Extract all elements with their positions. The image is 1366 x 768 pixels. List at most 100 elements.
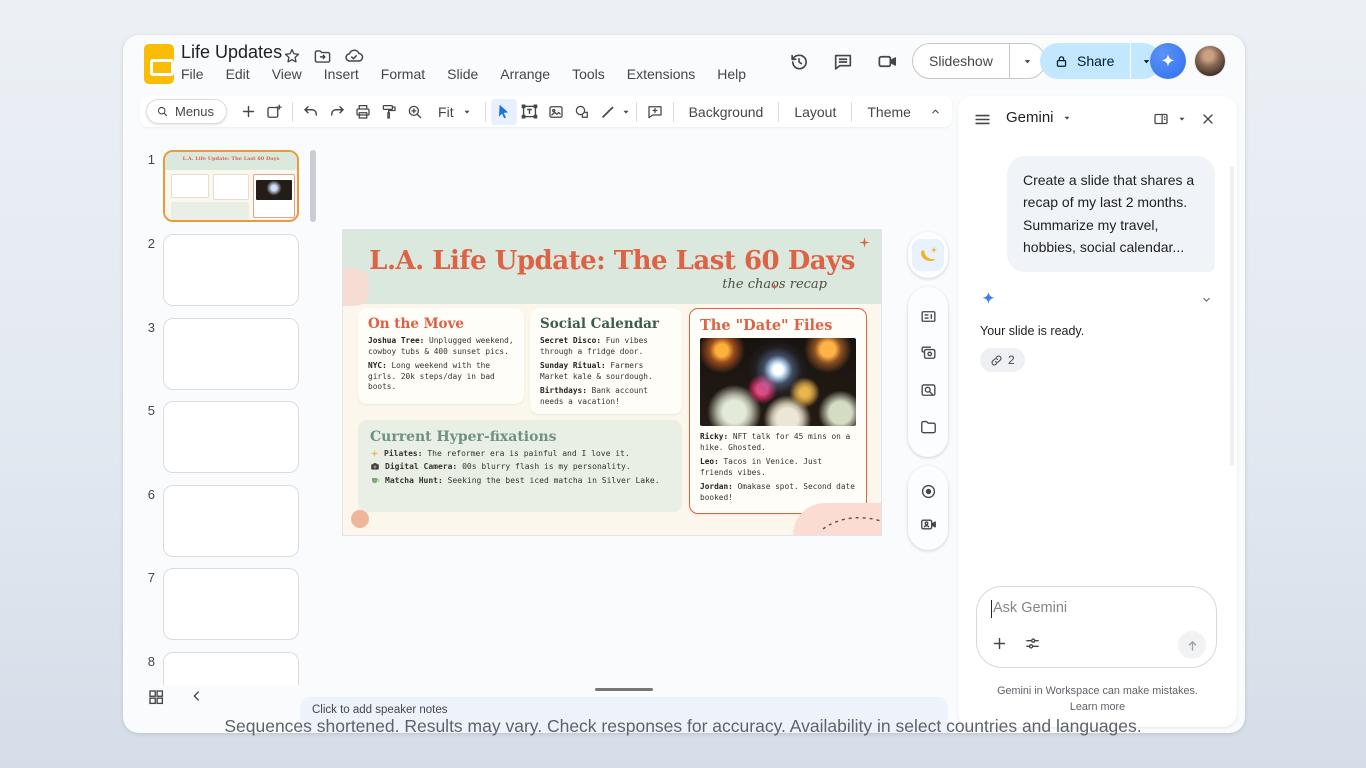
layout-button[interactable]: Layout <box>784 104 846 120</box>
nano-banana-image-button[interactable] <box>912 239 944 271</box>
tune-settings-icon[interactable] <box>1024 635 1041 652</box>
text-layout-icon[interactable] <box>912 300 944 332</box>
link-icon <box>990 354 1003 367</box>
line-tool-dropdown[interactable] <box>621 107 631 117</box>
move-folder-icon[interactable] <box>313 47 332 66</box>
sparkle-icon <box>370 449 379 458</box>
panel-title-dropdown[interactable] <box>1062 113 1072 123</box>
zoom-fit-dropdown[interactable]: Fit <box>428 104 480 120</box>
photo-stack-icon[interactable] <box>912 337 944 369</box>
cloud-status-icon[interactable] <box>344 46 364 66</box>
hamburger-menu-icon[interactable] <box>973 110 992 129</box>
collapse-toolbar-chevron[interactable] <box>923 99 949 125</box>
slide-thumbnail-1[interactable]: L.A. Life Update: The Last 60 Days <box>163 150 299 222</box>
slide-thumbnail-2[interactable] <box>163 234 299 306</box>
slide-thumbnail-8[interactable] <box>163 652 299 685</box>
text-caret <box>991 600 992 618</box>
insert-line-tool[interactable] <box>595 99 621 125</box>
decorative-blob <box>793 503 881 535</box>
card-item: Ricky: NFT talk for 45 mins on a hike. G… <box>700 432 856 453</box>
folder-icon[interactable] <box>912 412 944 444</box>
version-history-icon[interactable] <box>788 51 810 73</box>
camera-capture-icon[interactable] <box>912 509 944 541</box>
new-slide-layout-button[interactable] <box>261 99 287 125</box>
background-button[interactable]: Background <box>679 104 774 120</box>
slide-number: 6 <box>135 487 155 502</box>
menu-tools[interactable]: Tools <box>572 66 605 82</box>
search-icon <box>156 105 169 118</box>
document-title[interactable]: Life Updates <box>181 42 282 63</box>
send-button[interactable] <box>1178 631 1206 659</box>
select-tool[interactable] <box>491 99 517 125</box>
panel-scrollbar[interactable] <box>1230 166 1234 466</box>
slides-logo[interactable] <box>144 44 174 84</box>
star-icon[interactable] <box>283 47 301 65</box>
meet-camera-icon[interactable] <box>876 50 899 73</box>
rail-group-insert <box>908 287 948 457</box>
gemini-disclaimer: Gemini in Workspace can make mistakes. <box>958 684 1237 700</box>
gemini-spark-button[interactable] <box>1150 43 1186 79</box>
zoom-icon[interactable] <box>402 99 428 125</box>
slide-number: 5 <box>135 403 155 418</box>
menu-slide[interactable]: Slide <box>447 66 478 82</box>
redo-button[interactable] <box>324 99 350 125</box>
comments-icon[interactable] <box>832 51 854 73</box>
card-item: Pilates: The reformer era is painful and… <box>370 449 670 459</box>
slide-thumbnail-7[interactable] <box>163 568 299 640</box>
menu-edit[interactable]: Edit <box>226 66 250 82</box>
card-on-the-move[interactable]: On the Move Joshua Tree: Unplugged weeke… <box>358 308 524 404</box>
insert-shape-tool[interactable] <box>569 99 595 125</box>
menus-search-button[interactable]: Menus <box>146 99 227 124</box>
sparkle-decoration-icon <box>858 236 871 249</box>
slide-title[interactable]: L.A. Life Update: The Last 60 Days <box>343 246 881 276</box>
collapse-filmstrip-chevron[interactable] <box>189 688 205 704</box>
card-item: Jordan: Omakase spot. Second date booked… <box>700 482 856 503</box>
panel-layout-icon[interactable] <box>1152 110 1170 128</box>
card-date-files[interactable]: The "Date" Files Ricky: NFT talk for 45 … <box>689 308 867 514</box>
image-search-icon[interactable] <box>912 375 944 407</box>
menu-file[interactable]: File <box>181 66 204 82</box>
text-box-tool[interactable] <box>517 99 543 125</box>
video-caption: Sequences shortened. Results may vary. C… <box>0 716 1366 737</box>
undo-button[interactable] <box>298 99 324 125</box>
add-comment-button[interactable] <box>642 99 668 125</box>
slide-canvas[interactable]: L.A. Life Update: The Last 60 Days the c… <box>343 230 881 535</box>
card-hyper-fixations[interactable]: Current Hyper-fixations Pilates: The ref… <box>358 420 682 512</box>
record-icon[interactable] <box>912 475 944 507</box>
collapse-response-chevron[interactable] <box>1200 293 1213 306</box>
grid-view-icon[interactable] <box>147 688 165 706</box>
ask-gemini-input[interactable] <box>993 600 1193 616</box>
user-avatar[interactable] <box>1195 46 1225 76</box>
paint-format-icon[interactable] <box>376 99 402 125</box>
theme-button[interactable]: Theme <box>857 104 921 120</box>
matcha-icon <box>370 476 380 485</box>
insert-image-tool[interactable] <box>543 99 569 125</box>
notes-drag-handle[interactable] <box>595 688 653 691</box>
slide-number: 3 <box>135 320 155 335</box>
slide-thumbnail-3[interactable] <box>163 318 299 390</box>
menu-insert[interactable]: Insert <box>324 66 359 82</box>
attach-plus-icon[interactable] <box>991 635 1008 652</box>
new-slide-plus-button[interactable] <box>235 99 261 125</box>
card-item: Secret Disco: Fun vibes through a fridge… <box>540 336 672 357</box>
menu-extensions[interactable]: Extensions <box>627 66 695 82</box>
slideshow-button[interactable]: Slideshow <box>913 44 1010 78</box>
panel-layout-dropdown[interactable] <box>1177 114 1187 124</box>
card-item: Birthdays: Bank account needs a vacation… <box>540 386 672 407</box>
slide-thumbnail-preview: L.A. Life Update: The Last 60 Days <box>165 152 297 220</box>
menu-help[interactable]: Help <box>717 66 746 82</box>
card-social-calendar[interactable]: Social Calendar Secret Disco: Fun vibes … <box>530 308 682 414</box>
linked-slides-chip[interactable]: 2 <box>980 348 1025 372</box>
filmstrip-scrollbar[interactable] <box>310 150 316 222</box>
menu-view[interactable]: View <box>272 66 302 82</box>
share-button[interactable]: Share <box>1040 43 1130 79</box>
close-panel-icon[interactable] <box>1200 111 1216 127</box>
learn-more-link[interactable]: Learn more <box>958 700 1237 716</box>
slide-thumbnail-6[interactable] <box>163 485 299 557</box>
menu-format[interactable]: Format <box>381 66 425 82</box>
dinner-photo <box>700 338 856 426</box>
menu-arrange[interactable]: Arrange <box>500 66 550 82</box>
print-icon[interactable] <box>350 99 376 125</box>
slide-thumbnail-5[interactable] <box>163 401 299 473</box>
card-item: Digital Camera: 00s blurry flash is my p… <box>370 462 670 472</box>
